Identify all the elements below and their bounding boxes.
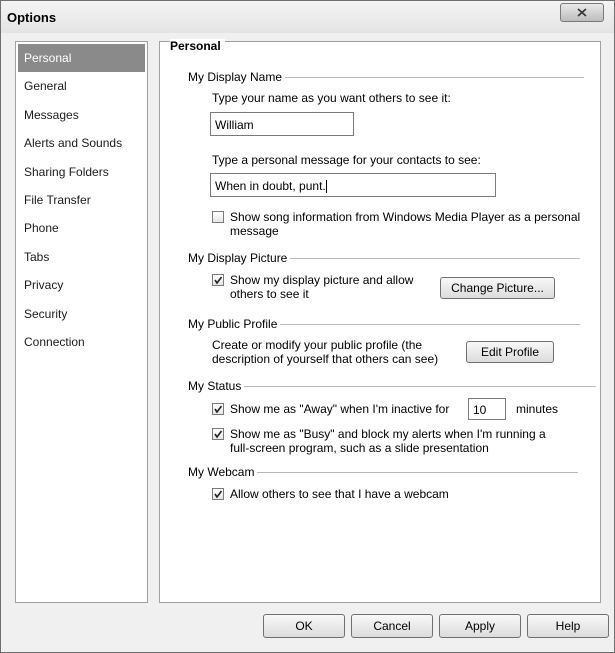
sidebar-item-sharing-folders[interactable]: Sharing Folders (16, 158, 147, 186)
public-profile-desc-line1: Create or modify your public profile (th… (212, 338, 423, 352)
song-info-label-line2: message (230, 224, 279, 238)
ok-button[interactable]: OK (263, 614, 345, 638)
sidebar-item-alerts-and-sounds[interactable]: Alerts and Sounds (16, 129, 147, 157)
sidebar-item-personal[interactable]: Personal (18, 44, 145, 73)
away-minutes-input[interactable]: 10 (468, 398, 506, 420)
checkmark-icon (214, 276, 223, 285)
minutes-label: minutes (516, 402, 559, 416)
edit-profile-button[interactable]: Edit Profile (466, 341, 554, 363)
busy-status-label: Show me as "Busy" and block my alerts wh… (230, 427, 546, 455)
message-prompt: Type a personal message for your contact… (212, 153, 481, 167)
change-picture-button[interactable]: Change Picture... (440, 277, 555, 299)
busy-status-checkbox[interactable] (212, 428, 224, 440)
checkmark-icon (214, 430, 223, 439)
window-title: Options (7, 10, 57, 25)
webcam-visibility-label: Allow others to see that I have a webcam (230, 487, 449, 501)
sidebar-item-general[interactable]: General (16, 72, 147, 100)
section-label-public-profile: My Public Profile (188, 317, 281, 331)
help-button[interactable]: Help (527, 614, 609, 638)
song-info-label-line1: Show song information from Windows Media… (230, 210, 581, 224)
checkmark-icon (214, 490, 223, 499)
personal-settings-panel: Personal My Display Name Type your name … (159, 39, 601, 603)
section-label-display-name: My Display Name (188, 70, 286, 84)
sidebar-item-phone[interactable]: Phone (16, 214, 147, 242)
cancel-button[interactable]: Cancel (351, 614, 433, 638)
section-label-status: My Status (188, 379, 245, 393)
webcam-visibility-checkbox[interactable] (212, 488, 224, 500)
sidebar-item-security[interactable]: Security (16, 300, 147, 328)
section-label-webcam: My Webcam (188, 465, 258, 479)
name-prompt: Type your name as you want others to see… (212, 91, 451, 105)
busy-status-line1: Show me as "Busy" and block my alerts wh… (230, 427, 546, 441)
sidebar-item-privacy[interactable]: Privacy (16, 271, 147, 299)
display-name-input[interactable]: William (210, 112, 354, 136)
song-info-label: Show song information from Windows Media… (230, 210, 580, 238)
sidebar-item-messages[interactable]: Messages (16, 101, 147, 129)
show-display-picture-line2: others to see it (230, 287, 309, 301)
section-divider (188, 386, 596, 387)
show-display-picture-label: Show my display picture and allow others… (230, 273, 413, 301)
show-display-picture-line1: Show my display picture and allow (230, 273, 414, 287)
public-profile-desc-line2: description of yourself that others can … (212, 352, 439, 366)
options-sidebar: Personal General Messages Alerts and Sou… (15, 41, 148, 603)
song-info-checkbox[interactable] (212, 211, 224, 223)
apply-button[interactable]: Apply (439, 614, 521, 638)
sidebar-item-file-transfer[interactable]: File Transfer (16, 186, 147, 214)
show-display-picture-checkbox[interactable] (212, 274, 224, 286)
checkmark-icon (214, 405, 223, 414)
away-status-label: Show me as "Away" when I'm inactive for (230, 402, 450, 416)
busy-status-line2: full-screen program, such as a slide pre… (230, 441, 489, 455)
sidebar-item-tabs[interactable]: Tabs (16, 243, 147, 271)
personal-message-value: When in doubt, punt. (215, 179, 326, 193)
sidebar-item-connection[interactable]: Connection (16, 328, 147, 356)
options-window: Options Personal General Messages Alerts… (0, 0, 615, 653)
personal-message-input[interactable]: When in doubt, punt. (210, 173, 496, 197)
panel-title: Personal (170, 39, 225, 53)
title-bar[interactable]: Options (1, 1, 614, 33)
close-button[interactable] (560, 3, 604, 22)
text-cursor (325, 180, 327, 194)
public-profile-description: Create or modify your public profile (th… (212, 338, 438, 366)
close-icon (577, 8, 587, 17)
away-status-checkbox[interactable] (212, 403, 224, 415)
section-label-display-picture: My Display Picture (188, 251, 291, 265)
